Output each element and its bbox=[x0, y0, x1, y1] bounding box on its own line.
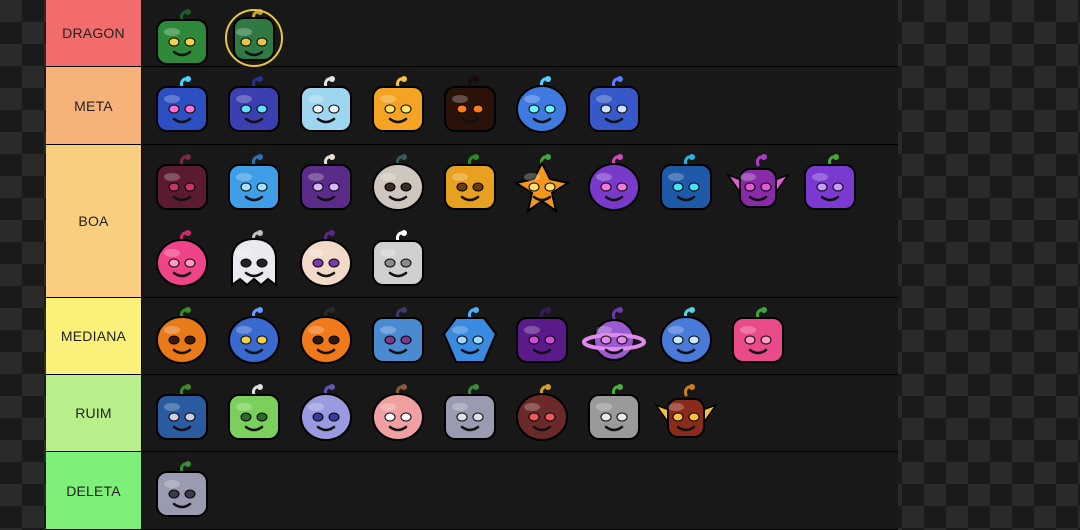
tier-items bbox=[142, 67, 898, 144]
kitsune-fruit-icon[interactable] bbox=[146, 67, 218, 143]
magma-fruit-icon[interactable] bbox=[434, 67, 506, 143]
tier-items bbox=[142, 0, 898, 67]
smoke-fruit-icon[interactable] bbox=[650, 298, 722, 374]
leopard-fruit-icon[interactable] bbox=[218, 67, 290, 143]
barrier-fruit-icon[interactable] bbox=[362, 298, 434, 374]
tier-items bbox=[142, 298, 898, 374]
sand-fruit-icon[interactable] bbox=[578, 298, 650, 374]
mammoth-fruit-icon[interactable] bbox=[290, 145, 362, 221]
ghost-fruit-icon[interactable] bbox=[218, 221, 290, 297]
eagle-fruit-icon[interactable] bbox=[650, 375, 722, 451]
tier-items bbox=[142, 145, 898, 297]
gravity-fruit-icon[interactable] bbox=[434, 298, 506, 374]
rumble-fruit-icon[interactable] bbox=[506, 67, 578, 143]
spike-fruit-icon[interactable] bbox=[146, 298, 218, 374]
spirit-fruit-icon[interactable] bbox=[362, 145, 434, 221]
bomb-fruit-icon[interactable] bbox=[146, 375, 218, 451]
dragon-east-fruit-icon[interactable] bbox=[218, 0, 290, 76]
control-fruit-icon[interactable] bbox=[578, 67, 650, 143]
tier-label[interactable]: META bbox=[46, 67, 142, 144]
tier-row-deleta: DELETA bbox=[46, 452, 898, 530]
falcon-fruit-icon[interactable] bbox=[290, 375, 362, 451]
light-fruit-icon[interactable] bbox=[362, 67, 434, 143]
tier-label[interactable]: BOA bbox=[46, 145, 142, 297]
buddha-fruit-icon[interactable] bbox=[434, 145, 506, 221]
quake-fruit-icon[interactable] bbox=[218, 298, 290, 374]
rubber-fruit-icon[interactable] bbox=[722, 298, 794, 374]
rocket-fruit-icon[interactable] bbox=[146, 452, 218, 528]
blizzard-fruit-icon[interactable] bbox=[650, 145, 722, 221]
spin-fruit-icon[interactable] bbox=[506, 375, 578, 451]
string-fruit-icon[interactable] bbox=[362, 221, 434, 297]
diamond-fruit-icon[interactable] bbox=[218, 145, 290, 221]
pain-fruit-icon[interactable] bbox=[290, 221, 362, 297]
tier-label[interactable]: DRAGON bbox=[46, 0, 142, 66]
shadow-fruit-icon[interactable] bbox=[506, 145, 578, 221]
tier-row-ruim: RUIM bbox=[46, 375, 898, 452]
kilo-fruit-icon[interactable] bbox=[578, 375, 650, 451]
chop-fruit-icon[interactable] bbox=[434, 375, 506, 451]
tier-items bbox=[142, 452, 898, 529]
revive-fruit-icon[interactable] bbox=[362, 375, 434, 451]
tier-row-boa: BOA bbox=[46, 145, 898, 298]
love-fruit-icon[interactable] bbox=[146, 221, 218, 297]
venom-fruit-icon[interactable] bbox=[146, 145, 218, 221]
tier-row-mediana: MEDIANA bbox=[46, 298, 898, 375]
tier-list: DRAGON META BOA MEDIANA RUIM DELETA bbox=[46, 0, 898, 530]
dark-fruit-icon[interactable] bbox=[506, 298, 578, 374]
dough-fruit-icon[interactable] bbox=[578, 145, 650, 221]
tier-label[interactable]: RUIM bbox=[46, 375, 142, 451]
flame-fruit-icon[interactable] bbox=[290, 298, 362, 374]
ice-fruit-icon[interactable] bbox=[290, 67, 362, 143]
dragon-west-fruit-icon[interactable] bbox=[146, 0, 218, 76]
tier-label[interactable]: DELETA bbox=[46, 452, 142, 529]
spring-fruit-icon[interactable] bbox=[218, 375, 290, 451]
tier-label[interactable]: MEDIANA bbox=[46, 298, 142, 374]
tier-row-dragon: DRAGON bbox=[46, 0, 898, 67]
tier-row-meta: META bbox=[46, 67, 898, 145]
tier-items bbox=[142, 375, 898, 451]
phoenix-fruit-icon[interactable] bbox=[722, 145, 794, 221]
portal-fruit-icon[interactable] bbox=[794, 145, 866, 221]
